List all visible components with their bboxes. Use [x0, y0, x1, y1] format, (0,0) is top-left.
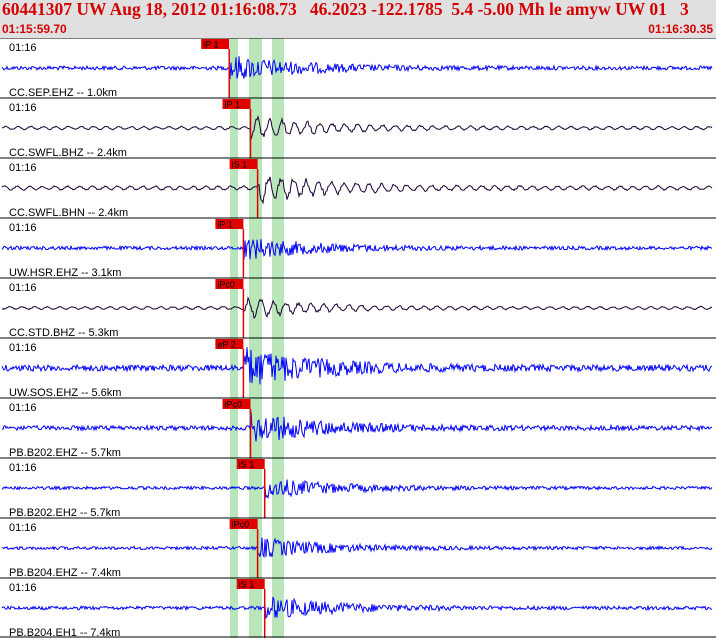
- trace-time-label: 01:16: [9, 102, 37, 114]
- pick-label: iP 1: [203, 40, 218, 50]
- station-label: UW.SOS.EHZ -- 5.6km: [9, 387, 121, 399]
- header-bar: 60441307 UW Aug 18, 2012 01:16:08.73 46.…: [0, 0, 716, 38]
- station-label: CC.SEP.EHZ -- 1.0km: [9, 87, 117, 99]
- station-label: CC.STD.BHZ -- 5.3km: [9, 327, 118, 339]
- pick-label: iS 1: [239, 580, 255, 590]
- end-time-label: 01:16:30.35: [648, 22, 713, 36]
- seismogram-panel[interactable]: 01:16 CC.SEP.EHZ -- 1.0km iP 1 01:16 CC.SWFL…: [0, 38, 716, 638]
- waveform-trace[interactable]: [1, 411, 713, 442]
- pick-label: iPc0: [232, 520, 250, 530]
- pick-label: iPc0: [225, 400, 243, 410]
- waveform-trace[interactable]: [1, 296, 713, 319]
- waveform-trace[interactable]: [1, 56, 713, 80]
- pick-label: iPc0: [217, 280, 235, 290]
- trace-time-label: 01:16: [9, 462, 37, 474]
- trace-time-label: 01:16: [9, 222, 37, 234]
- waveform-trace[interactable]: [1, 115, 713, 140]
- pick-label: iP 1: [225, 100, 240, 110]
- pick-label: iP 1: [217, 220, 232, 230]
- station-label: PB.B202.EH2 -- 5.7km: [9, 507, 120, 519]
- event-title: 60441307 UW Aug 18, 2012 01:16:08.73 46.…: [2, 0, 689, 19]
- station-label: PB.B204.EH1 -- 7.4km: [9, 627, 120, 638]
- station-label: PB.B202.EHZ -- 5.7km: [9, 447, 121, 459]
- trace-time-label: 01:16: [9, 522, 37, 534]
- trace-time-label: 01:16: [9, 162, 37, 174]
- waveform-trace[interactable]: [1, 176, 713, 205]
- waveform-trace[interactable]: [1, 479, 713, 499]
- waveform-trace[interactable]: [1, 239, 713, 260]
- start-time-label: 01:15:59.70: [2, 22, 67, 36]
- station-label: PB.B204.EHZ -- 7.4km: [9, 567, 121, 579]
- trace-time-label: 01:16: [9, 42, 37, 54]
- waveform-trace[interactable]: [1, 596, 712, 619]
- waveform-trace[interactable]: [1, 537, 713, 559]
- station-label: CC.SWFL.BHN -- 2.4km: [9, 207, 128, 219]
- pick-label: iS 1: [232, 160, 248, 170]
- station-label: CC.SWFL.BHZ -- 2.4km: [9, 147, 127, 159]
- station-label: UW.HSR.EHZ -- 3.1km: [9, 267, 121, 279]
- trace-time-label: 01:16: [9, 402, 37, 414]
- pick-label: iS 1: [239, 460, 255, 470]
- pick-label: eP 2: [217, 340, 235, 350]
- waveform-trace[interactable]: [1, 347, 713, 385]
- trace-time-label: 01:16: [9, 342, 37, 354]
- trace-time-label: 01:16: [9, 582, 37, 594]
- trace-time-label: 01:16: [9, 282, 37, 294]
